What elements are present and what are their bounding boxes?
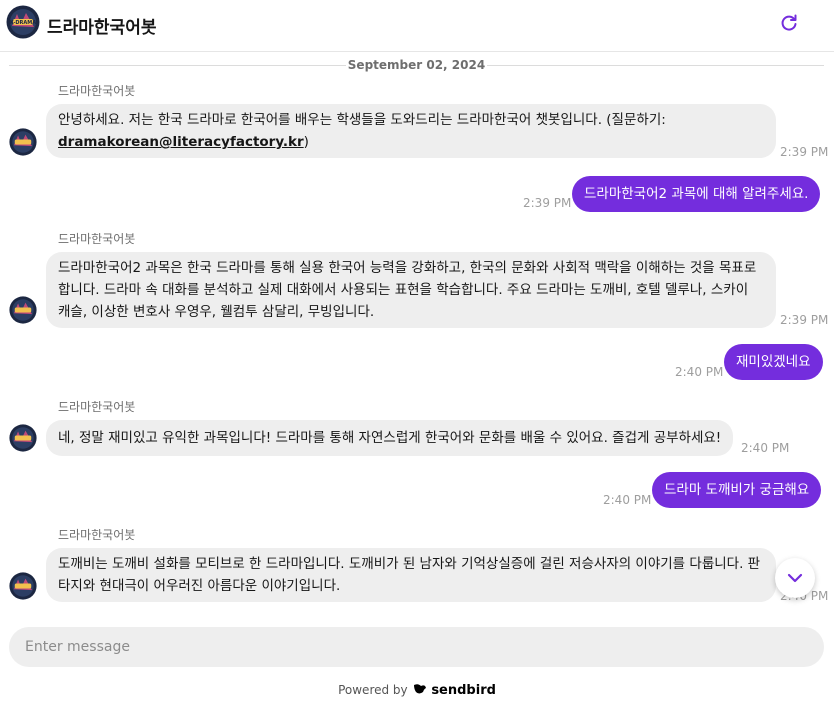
message-text: ) (303, 134, 309, 150)
bot-message-bubble: 드라마한국어2 과목은 한국 드라마를 통해 실용 한국어 능력을 강화하고, … (46, 252, 776, 328)
bot-message-bubble: 안녕하세요. 저는 한국 드라마로 한국어를 배우는 학생들을 도와드리는 드라… (46, 104, 776, 158)
bot-message-bubble: 네, 정말 재미있고 유익한 과목입니다! 드라마를 통해 자연스럽게 한국어와… (46, 420, 734, 456)
chat-title: 드라마한국어봇 (47, 18, 157, 38)
powered-by-text: Powered by (338, 683, 408, 697)
email-link[interactable]: dramakorean@literacyfactory.kr (58, 134, 304, 150)
date-separator: September 02, 2024 (9, 57, 824, 75)
sendbird-brand: sendbird (431, 683, 496, 698)
divider (487, 65, 824, 66)
message-time: 2:40 PM (603, 493, 652, 507)
user-message-bubble: 드라마 도깨비가 궁금해요 (652, 472, 822, 508)
powered-by-footer: Powered by sendbird (0, 683, 834, 698)
sender-name: 드라마한국어봇 (58, 400, 136, 414)
bot-avatar-icon (9, 296, 37, 324)
chat-header: K-DRAMA 드라마한국어봇 (0, 0, 834, 52)
sender-name: 드라마한국어봇 (58, 528, 136, 542)
date-label: September 02, 2024 (347, 58, 486, 72)
bot-avatar-icon (9, 572, 37, 600)
sendbird-logo-icon (414, 684, 427, 694)
message-time: 2:40 PM (741, 441, 790, 455)
message-time: 2:39 PM (780, 313, 829, 327)
bot-avatar-icon (9, 128, 37, 156)
message-time: 2:39 PM (523, 196, 572, 210)
user-message-bubble: 재미있겠네요 (724, 344, 823, 380)
sender-name: 드라마한국어봇 (58, 232, 136, 246)
message-input[interactable] (9, 627, 824, 667)
bot-message-bubble: 도깨비는 도깨비 설화를 모티브로 한 드라마입니다. 도깨비가 된 남자와 기… (46, 548, 776, 602)
divider (9, 65, 346, 66)
bot-avatar-icon (9, 424, 37, 452)
message-time: 2:40 PM (675, 365, 724, 379)
kdrama-logo-icon: K-DRAMA (6, 5, 40, 39)
refresh-icon[interactable] (778, 12, 800, 34)
chevron-down-icon (787, 573, 803, 583)
message-composer (9, 627, 824, 667)
svg-text:K-DRAMA: K-DRAMA (10, 20, 36, 26)
user-message-bubble: 드라마한국어2 과목에 대해 알려주세요. (572, 176, 821, 212)
message-time: 2:39 PM (780, 145, 829, 159)
scroll-to-bottom-button[interactable] (775, 558, 815, 598)
message-text: 안녕하세요. 저는 한국 드라마로 한국어를 배우는 학생들을 도와드리는 드라… (58, 112, 666, 128)
sender-name: 드라마한국어봇 (58, 84, 136, 98)
